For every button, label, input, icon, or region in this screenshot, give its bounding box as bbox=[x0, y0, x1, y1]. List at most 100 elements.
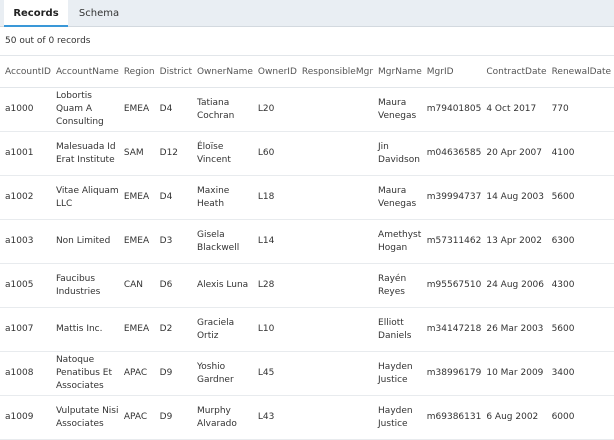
tab-records[interactable]: Records bbox=[4, 0, 68, 27]
table-cell: 6000 bbox=[546, 395, 612, 440]
table-cell: m69386131 bbox=[421, 395, 482, 440]
table-cell: m04636585 bbox=[421, 131, 482, 176]
table-cell: Yoshio Gardner bbox=[191, 351, 253, 396]
table-cell: a1003 bbox=[0, 219, 51, 264]
table-cell: Natoque Penatibus Et Associates bbox=[50, 351, 119, 396]
table-cell: Hayden Justice bbox=[373, 351, 422, 396]
table-cell: D9 bbox=[154, 395, 192, 440]
table-cell: Alexis Luna bbox=[191, 263, 253, 308]
table-cell: Jin Davidson bbox=[373, 131, 422, 176]
table-row[interactable]: a1001 Malesuada Id Erat Institute SAM D12 Él… bbox=[0, 131, 614, 176]
table-cell: a1005 bbox=[0, 263, 51, 308]
table-cell: 10 Mar 2009 bbox=[481, 351, 547, 396]
table-cell: L18 bbox=[252, 175, 297, 220]
column-header[interactable]: ResponsibleMgr bbox=[296, 56, 374, 88]
table-cell: m39994737 bbox=[421, 175, 482, 220]
table-cell: 6 Aug 2002 bbox=[481, 395, 547, 440]
table-row[interactable]: a1003 Non Limited EMEA D3 Gisela Blackwell L1… bbox=[0, 219, 614, 264]
table-cell bbox=[296, 175, 374, 220]
table-cell: 26 Mar 2003 bbox=[481, 307, 547, 352]
table-cell: APAC bbox=[118, 395, 155, 440]
table-cell: Vulputate Nisi Associates bbox=[50, 395, 119, 440]
table-cell: 24 Aug 2006 bbox=[481, 263, 547, 308]
column-header[interactable]: AccountID bbox=[0, 56, 51, 88]
table-cell: Maura Venegas bbox=[373, 87, 422, 132]
table-cell: EMEA bbox=[118, 175, 155, 220]
table-cell: D4 bbox=[154, 87, 192, 132]
table-cell: L45 bbox=[252, 351, 297, 396]
column-header[interactable]: OwnerName bbox=[191, 56, 253, 88]
table-cell: a1002 bbox=[0, 175, 51, 220]
table-cell: L43 bbox=[252, 395, 297, 440]
table-cell: D4 bbox=[154, 175, 192, 220]
table-cell: Hayden Justice bbox=[373, 395, 422, 440]
tab-schema[interactable]: Schema bbox=[70, 0, 128, 26]
table-cell: m38996179 bbox=[421, 351, 482, 396]
table-cell: m95567510 bbox=[421, 263, 482, 308]
table-cell: Maura Venegas bbox=[373, 175, 422, 220]
table-row[interactable]: a1008 Natoque Penatibus Et Associates APAC… bbox=[0, 351, 614, 396]
records-table: AccountID AccountName Region District OwnerN… bbox=[0, 56, 614, 440]
table-cell: m34147218 bbox=[421, 307, 482, 352]
column-header[interactable]: MgrID bbox=[421, 56, 482, 88]
table-cell: Rayén Reyes bbox=[373, 263, 422, 308]
column-header[interactable]: OwnerID bbox=[252, 56, 297, 88]
table-cell: 5600 bbox=[546, 175, 612, 220]
table-cell: a1000 bbox=[0, 87, 51, 132]
table-cell: L10 bbox=[252, 307, 297, 352]
column-header[interactable]: MgrName bbox=[373, 56, 422, 88]
table-row[interactable]: a1000 Lobortis Quam A Consulting EMEA D4 Tat… bbox=[0, 87, 614, 132]
table-row[interactable]: a1002 Vitae Aliquam LLC EMEA D4 Maxine Heath… bbox=[0, 175, 614, 220]
table-cell: m79401805 bbox=[421, 87, 482, 132]
column-header[interactable]: AccountName bbox=[50, 56, 119, 88]
table-cell bbox=[296, 307, 374, 352]
table-cell: L60 bbox=[252, 131, 297, 176]
table-cell: a1008 bbox=[0, 351, 51, 396]
table-row[interactable]: a1007 Mattis Inc. EMEA D2 Graciela Ortiz L10 E… bbox=[0, 307, 614, 352]
table-cell: D3 bbox=[154, 219, 192, 264]
tab-bar: Records Schema bbox=[0, 0, 614, 27]
table-row[interactable]: a1005 Faucibus Industries CAN D6 Alexis Luna… bbox=[0, 263, 614, 308]
table-cell: Lobortis Quam A Consulting bbox=[50, 87, 119, 132]
table-cell: 4 Oct 2017 bbox=[481, 87, 547, 132]
table-cell: a1009 bbox=[0, 395, 51, 440]
table-cell: L20 bbox=[252, 87, 297, 132]
table-cell: 4300 bbox=[546, 263, 612, 308]
table-cell: 6300 bbox=[546, 219, 612, 264]
table-cell: L28 bbox=[252, 263, 297, 308]
table-cell bbox=[296, 87, 374, 132]
scrollbar[interactable] bbox=[610, 56, 614, 414]
column-header[interactable]: Region bbox=[118, 56, 155, 88]
table-cell: a1001 bbox=[0, 131, 51, 176]
table-cell: 4100 bbox=[546, 131, 612, 176]
table-cell: 5600 bbox=[546, 307, 612, 352]
table-row[interactable]: a1009 Vulputate Nisi Associates APAC D9 Murp… bbox=[0, 395, 614, 440]
table-cell: EMEA bbox=[118, 307, 155, 352]
table-cell: Maxine Heath bbox=[191, 175, 253, 220]
column-header[interactable]: District bbox=[154, 56, 192, 88]
table-cell: a1007 bbox=[0, 307, 51, 352]
table-cell bbox=[296, 263, 374, 308]
table-cell: m57311462 bbox=[421, 219, 482, 264]
table-cell: Gisela Blackwell bbox=[191, 219, 253, 264]
table-cell: Mattis Inc. bbox=[50, 307, 119, 352]
table-cell: APAC bbox=[118, 351, 155, 396]
table-cell: SAM bbox=[118, 131, 155, 176]
table-cell bbox=[296, 351, 374, 396]
table-cell: Non Limited bbox=[50, 219, 119, 264]
table-cell: Éloïse Vincent bbox=[191, 131, 253, 176]
table-cell: EMEA bbox=[118, 219, 155, 264]
table-cell: 14 Aug 2003 bbox=[481, 175, 547, 220]
table-cell: D2 bbox=[154, 307, 192, 352]
table-cell: Faucibus Industries bbox=[50, 263, 119, 308]
table-cell: Elliott Daniels bbox=[373, 307, 422, 352]
table-cell bbox=[296, 131, 374, 176]
column-header[interactable]: RenewalDate bbox=[546, 56, 612, 88]
table-cell bbox=[296, 395, 374, 440]
table-cell: EMEA bbox=[118, 87, 155, 132]
table-cell: Murphy Alvarado bbox=[191, 395, 253, 440]
table-cell: D6 bbox=[154, 263, 192, 308]
table-cell: CAN bbox=[118, 263, 155, 308]
table-cell: Vitae Aliquam LLC bbox=[50, 175, 119, 220]
column-header[interactable]: ContractDate bbox=[481, 56, 547, 88]
